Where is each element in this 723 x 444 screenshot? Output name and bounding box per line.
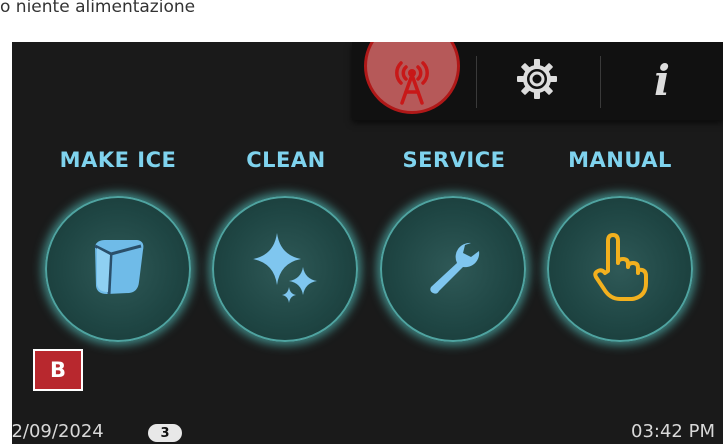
settings-button[interactable] [477, 42, 597, 120]
service-button[interactable] [380, 196, 526, 342]
wireless-signal-alert-icon [386, 53, 438, 109]
ice-cube-icon [83, 232, 153, 306]
info-button[interactable]: i [602, 42, 722, 120]
clean-label: CLEAN [246, 148, 326, 172]
top-toolbar: i [352, 42, 723, 120]
service-label: SERVICE [402, 148, 506, 172]
sparkle-icon [245, 227, 325, 311]
manual-button[interactable] [547, 196, 693, 342]
clean-button[interactable] [212, 196, 358, 342]
control-panel-screen: i MAKE ICE CLEAN SERVICE MANUAL B 2/09/2… [12, 42, 723, 444]
toolbar-divider [600, 56, 601, 108]
info-icon: i [654, 56, 670, 105]
callout-badge: B [33, 349, 83, 391]
gear-icon [515, 57, 559, 105]
make-ice-button[interactable] [45, 196, 191, 342]
status-date: 02/09/2024 [12, 421, 104, 442]
caption-text: o niente alimentazione [0, 0, 196, 17]
notification-count-badge[interactable]: 3 [148, 424, 182, 442]
hand-pointer-icon [590, 231, 650, 307]
manual-label: MANUAL [568, 148, 672, 172]
wrench-icon [423, 237, 483, 301]
status-time: 03:42 PM [631, 421, 715, 442]
make-ice-label: MAKE ICE [59, 148, 177, 172]
